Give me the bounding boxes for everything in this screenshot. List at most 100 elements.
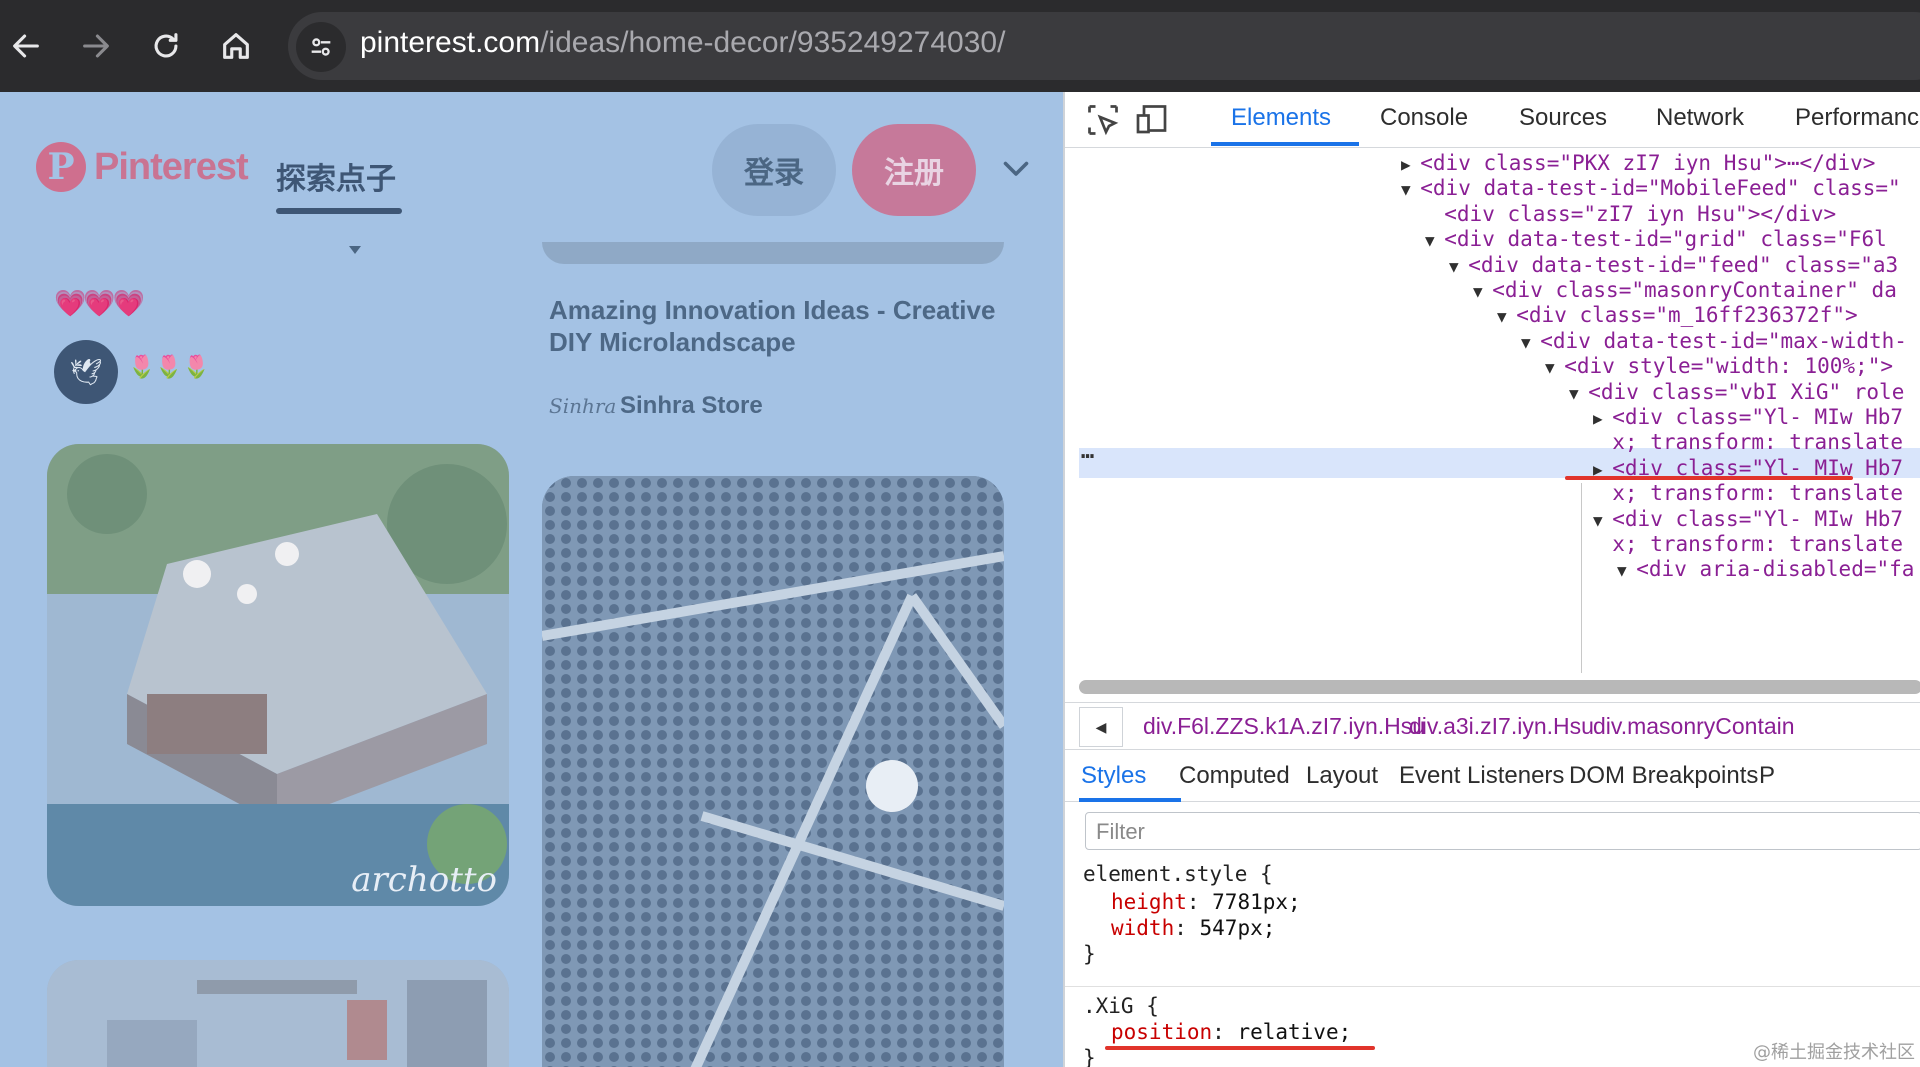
horizontal-scrollbar[interactable] [1079,680,1920,694]
caret-down-icon [349,246,361,254]
pin-description: 💗💗💗 [54,288,145,318]
url-path: /ideas/home-decor/935249274030/ [540,26,1006,59]
tab-sources[interactable]: Sources [1519,104,1607,132]
dom-node-markup: <div class="zI7 iyn Hsu"></div> [1444,201,1837,226]
pinterest-logo[interactable]: P Pinterest [36,142,249,192]
caret-left-icon: ◀ [1095,718,1107,735]
ceiling-illustration [542,476,1004,1067]
reload-button[interactable] [142,22,190,70]
css-close-brace: } [1083,942,1096,966]
store-name[interactable]: Sinhra Store [620,392,763,420]
node-actions-ellipsis[interactable]: ⋯ [1081,444,1094,469]
css-declaration[interactable]: position: relative; [1111,1018,1351,1046]
dom-node-markup: <div class="masonryContainer" da [1492,278,1897,302]
css-value: 547px; [1199,916,1276,940]
css-value: 7781px; [1212,890,1301,914]
reload-icon [154,33,178,58]
expanded-triangle-icon[interactable]: ▼ [1401,180,1420,199]
css-property: height [1111,890,1187,914]
expanded-triangle-icon[interactable]: ▼ [1449,257,1468,276]
pin-image-ceiling[interactable] [542,476,1004,1067]
expanded-triangle-icon[interactable]: ▼ [1569,384,1588,403]
devtools-tabbar: Elements Console Sources Network Perform… [1065,92,1920,148]
tab-network[interactable]: Network [1656,104,1744,132]
home-button[interactable] [212,22,260,70]
room-illustration [47,960,509,1067]
back-button[interactable] [2,22,50,70]
expanded-triangle-icon[interactable]: ▼ [1473,282,1492,301]
logo-text: Pinterest [94,145,249,188]
collapsed-triangle-icon[interactable]: ▶ [1593,409,1612,428]
dom-node-markup: x; transform: translate [1612,532,1904,556]
dom-tree[interactable]: ⋯ ▶ <div class="PKX zI7 iyn Hsu">⋯</div>… [1065,148,1920,673]
dom-node-markup: x; transform: translate [1612,481,1904,506]
url-text[interactable]: pinterest.com/ideas/home-decor/935249274… [360,26,1005,60]
collapsed-triangle-icon [1593,434,1612,453]
login-button[interactable]: 登录 [712,124,836,216]
signup-button[interactable]: 注册 [852,124,976,216]
styles-tabbar: Styles Computed Layout Event Listeners D… [1065,752,1920,802]
dom-node-markup: <div style="width: 100%;"> [1564,354,1893,379]
annotation-underline [1565,476,1853,480]
css-declaration[interactable]: width: 547px; [1111,914,1275,942]
tab-performance[interactable]: Performanc [1795,104,1919,132]
css-rules-pane[interactable]: element.style { height: 7781px; width: 5… [1065,858,1920,1067]
breadcrumb-scroll-left-button[interactable]: ◀ [1079,707,1123,747]
tab-event-listeners[interactable]: Event Listeners [1399,762,1564,790]
css-declaration[interactable]: height: 7781px; [1111,888,1301,916]
chevron-down-icon[interactable] [998,150,1034,186]
tab-dom-breakpoints[interactable]: DOM Breakpoints [1569,762,1758,790]
forward-button[interactable] [72,22,120,70]
pin-image-bridge[interactable]: archotto [47,444,509,906]
pin-image-room[interactable] [47,960,509,1067]
css-close-brace: } [1083,1046,1096,1067]
tab-properties[interactable]: P [1759,762,1775,790]
dom-node-markup: <div class="PKX zI7 iyn Hsu">⋯</div> [1420,151,1876,175]
store-logo: Sinhra [549,394,617,418]
pin-title[interactable]: Amazing Innovation Ideas - Creative DIY … [549,294,1009,358]
url-host: pinterest.com [360,26,541,59]
expanded-triangle-icon[interactable]: ▼ [1425,231,1444,250]
inspect-element-icon[interactable] [1085,102,1121,138]
expanded-triangle-icon[interactable]: ▼ [1497,307,1516,326]
breadcrumb-item[interactable]: div.F6l.ZZS.k1A.zI7.iyn.Hsu [1143,713,1425,740]
tune-icon [311,38,331,56]
device-toolbar-icon[interactable] [1135,102,1171,138]
annotation-underline [1105,1046,1375,1050]
pin-image-partial[interactable] [542,242,1004,264]
css-property: position [1111,1020,1213,1044]
bird-icon: 🕊 [69,356,103,387]
tab-styles[interactable]: Styles [1081,762,1146,790]
dom-node-markup: <div data-test-id="feed" class="a3 [1468,252,1899,277]
expanded-triangle-icon[interactable]: ▼ [1521,333,1540,352]
filter-placeholder: Filter [1096,819,1145,844]
styles-filter-input[interactable]: Filter [1085,812,1920,850]
tab-layout[interactable]: Layout [1306,762,1378,790]
collapsed-triangle-icon [1425,206,1444,225]
pinterest-logo-icon: P [36,142,86,192]
browser-toolbar: pinterest.com/ideas/home-decor/935249274… [0,0,1920,92]
bridge-illustration [47,444,509,906]
dom-node-markup: <div data-test-id="MobileFeed" class=" [1420,176,1901,201]
expanded-triangle-icon[interactable]: ▼ [1545,358,1564,377]
tab-elements[interactable]: Elements [1231,104,1331,132]
dom-node-markup: <div class="m_16ff236372f"> [1516,303,1858,328]
css-property: width [1111,916,1175,940]
breadcrumb-item[interactable]: div.masonryContain [1593,713,1795,740]
styles-tab-indicator [1079,798,1181,802]
tab-explore[interactable]: 探索点子 [276,154,396,198]
dom-node-markup: <div data-test-id="grid" class="F6l [1444,227,1887,252]
tab-console[interactable]: Console [1380,104,1468,132]
pin-user-name[interactable]: 🌷🌷🌷 [128,354,210,380]
dom-node-markup: <div class="Yl- MIw Hb7 [1612,405,1904,429]
dom-node-row[interactable]: ▼ <div aria-disabled="fa [1617,554,1914,584]
expanded-triangle-icon[interactable]: ▼ [1593,511,1612,530]
expanded-triangle-icon[interactable]: ▼ [1617,561,1636,580]
breadcrumb-item[interactable]: div.a3i.zI7.iyn.Hsu [1409,713,1594,740]
tab-computed[interactable]: Computed [1179,762,1290,790]
arrow-left-icon [13,34,39,58]
collapsed-triangle-icon [1593,536,1612,555]
site-settings-button[interactable] [296,22,346,72]
avatar[interactable]: 🕊 [54,340,118,404]
collapsed-triangle-icon[interactable]: ▶ [1401,155,1420,174]
